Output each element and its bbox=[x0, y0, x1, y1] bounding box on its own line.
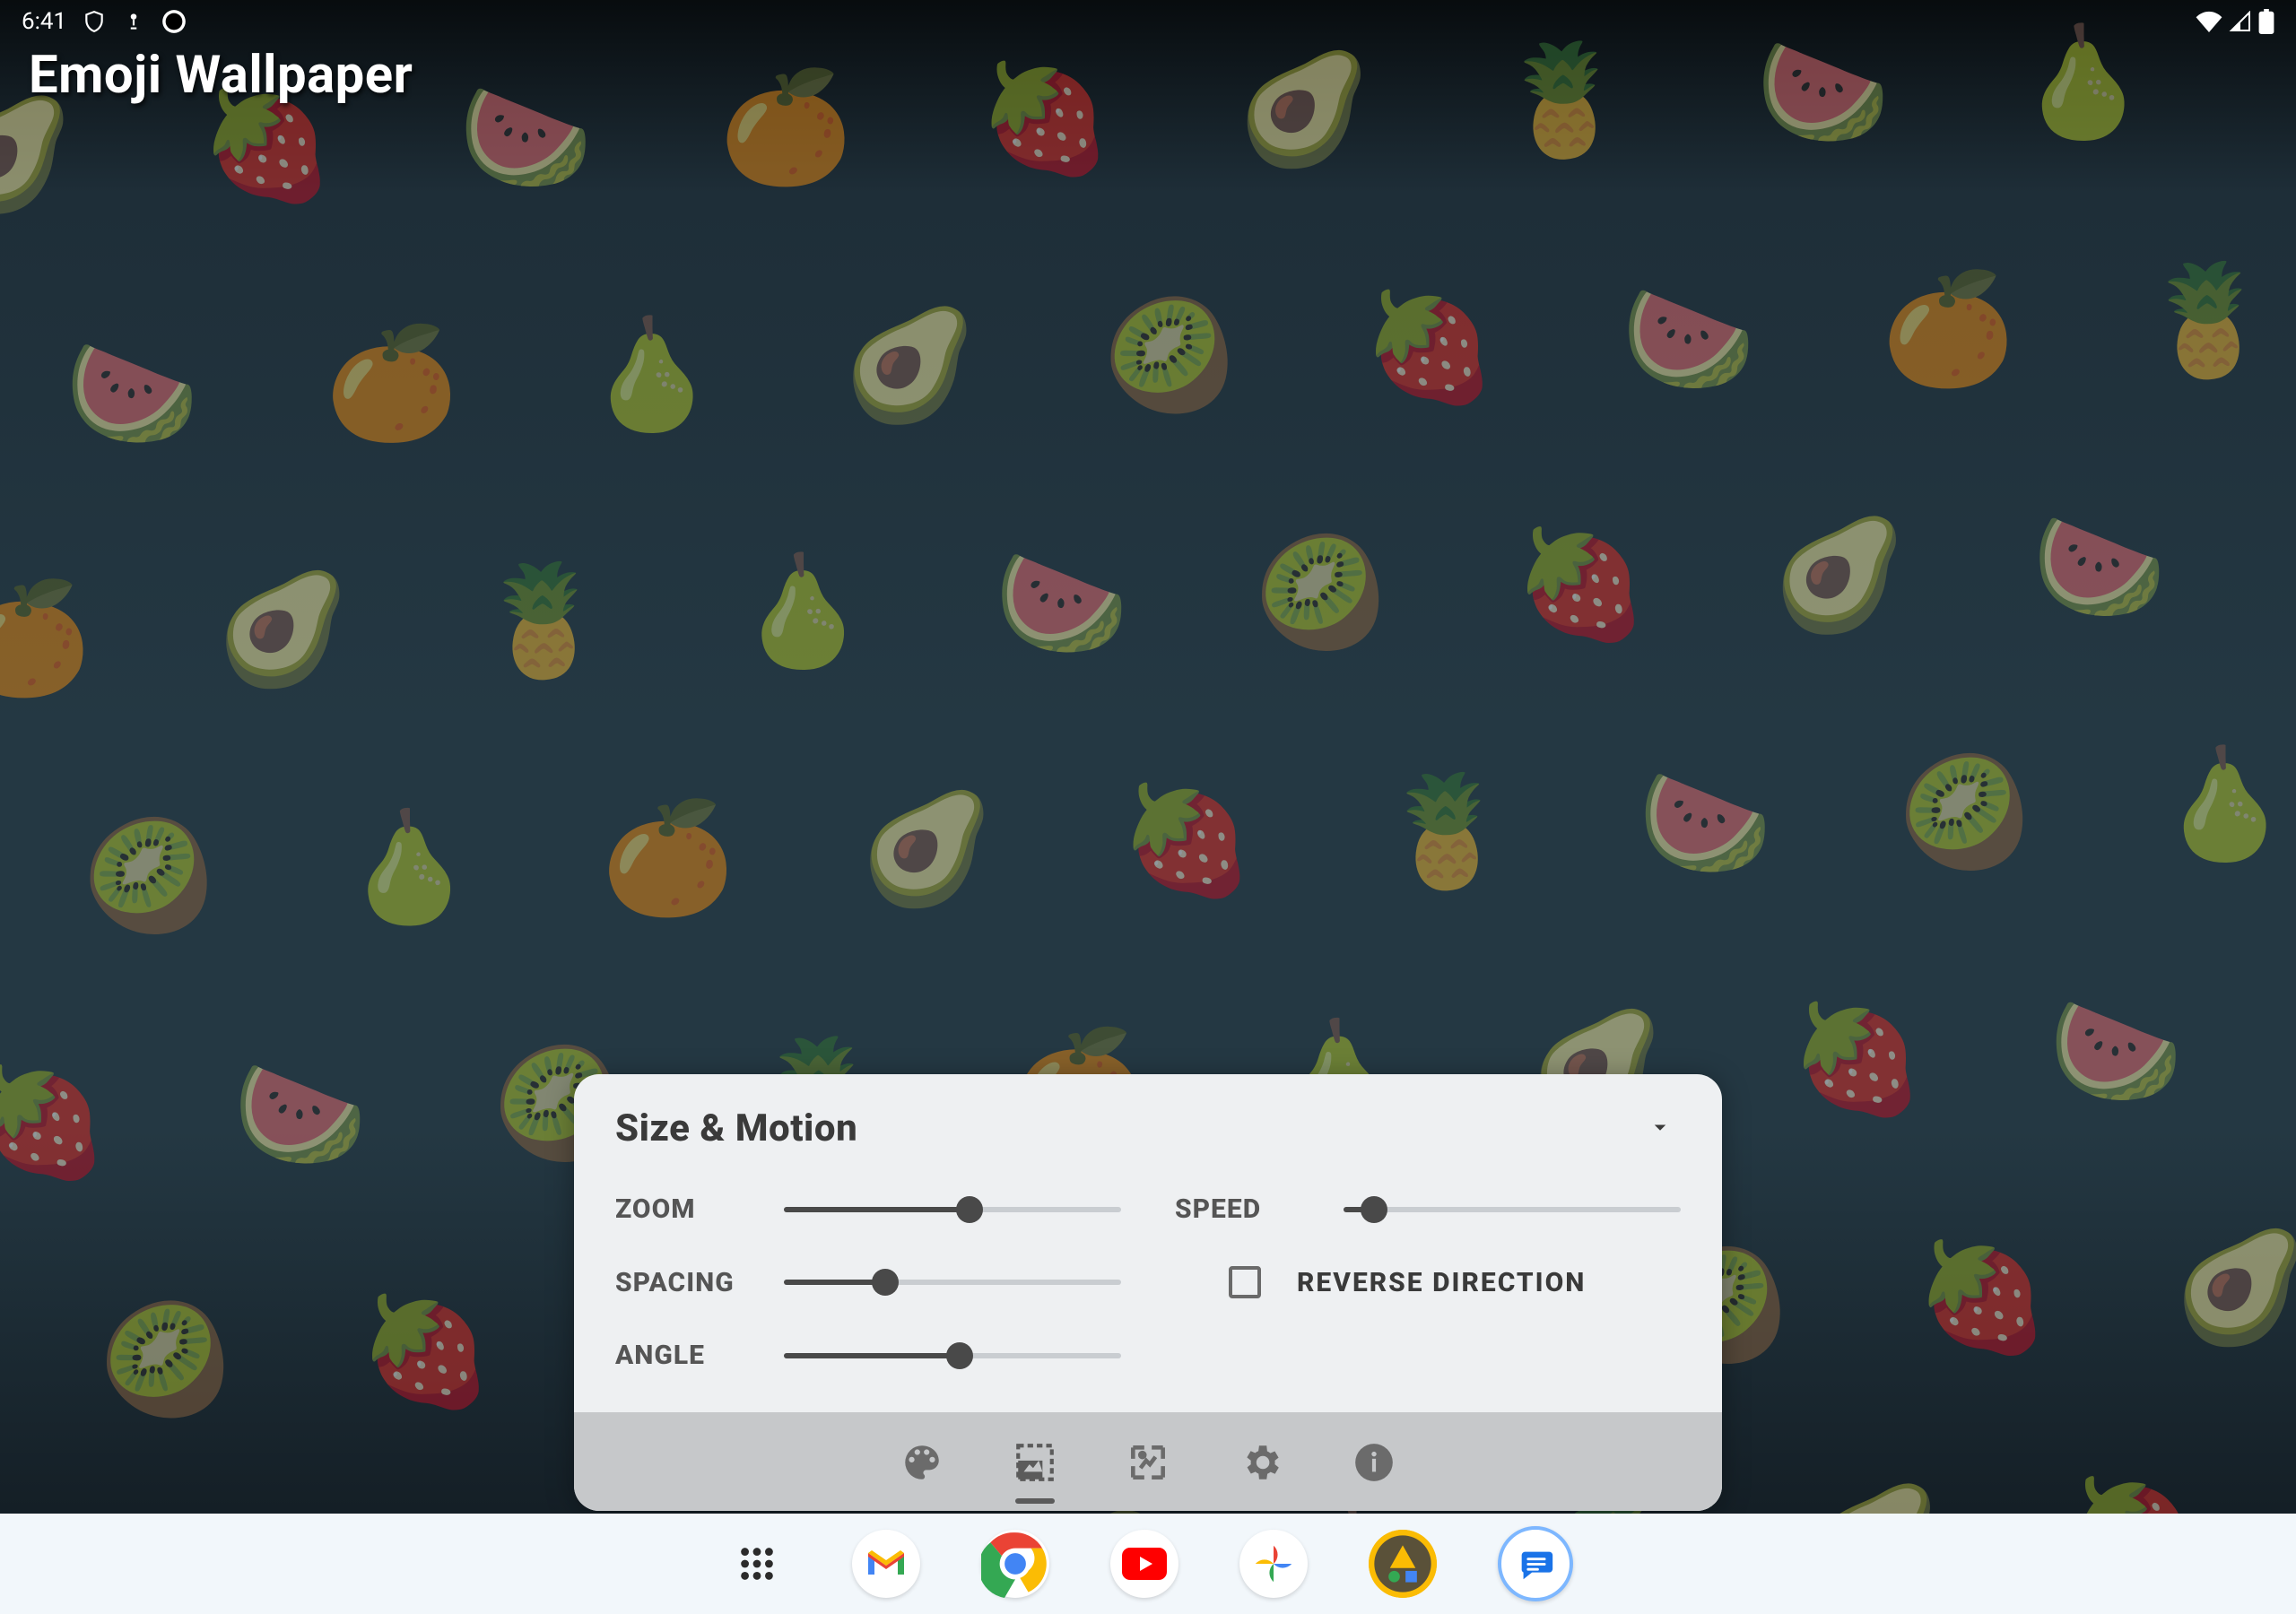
shield-icon bbox=[83, 10, 106, 33]
zoom-label: ZOOM bbox=[615, 1193, 759, 1225]
gmail-app[interactable] bbox=[852, 1530, 920, 1598]
photos-app[interactable] bbox=[1239, 1530, 1308, 1598]
angle-slider[interactable] bbox=[784, 1345, 1121, 1367]
panel-tab-size-motion[interactable] bbox=[1010, 1437, 1060, 1488]
zoom-control: ZOOM bbox=[615, 1193, 1121, 1225]
location-icon bbox=[122, 10, 145, 33]
battery-icon bbox=[2258, 9, 2274, 34]
speed-label: SPEED bbox=[1175, 1193, 1318, 1225]
size-motion-panel: Size & Motion ZOOM SPEED SPACING bbox=[574, 1074, 1722, 1511]
zoom-slider[interactable] bbox=[784, 1199, 1121, 1220]
status-time: 6:41 bbox=[22, 8, 66, 35]
play-games-icon bbox=[1369, 1530, 1437, 1598]
panel-tab-settings[interactable] bbox=[1236, 1437, 1286, 1488]
gmail-icon bbox=[865, 1542, 908, 1585]
app-drawer-button[interactable] bbox=[723, 1530, 791, 1598]
chevron-down-icon bbox=[1647, 1114, 1674, 1141]
resize-icon bbox=[1013, 1440, 1057, 1485]
reverse-direction-label: REVERSE DIRECTION bbox=[1297, 1267, 1586, 1298]
panel-tab-bar bbox=[574, 1412, 1722, 1511]
reverse-direction-checkbox[interactable] bbox=[1229, 1266, 1261, 1298]
status-bar: 6:41 bbox=[0, 0, 2296, 43]
app-status-icon bbox=[161, 9, 187, 34]
wallpaper-icon bbox=[1126, 1440, 1170, 1485]
youtube-icon bbox=[1122, 1548, 1167, 1580]
gear-icon bbox=[1239, 1440, 1283, 1485]
spacing-slider[interactable] bbox=[784, 1271, 1121, 1293]
angle-label: ANGLE bbox=[615, 1340, 759, 1371]
collapse-panel-button[interactable] bbox=[1647, 1114, 1681, 1144]
signal-icon bbox=[2228, 11, 2253, 32]
panel-tab-palette[interactable] bbox=[897, 1437, 947, 1488]
speed-slider[interactable] bbox=[1344, 1199, 1681, 1220]
spacing-label: SPACING bbox=[615, 1267, 759, 1298]
panel-tab-frame[interactable] bbox=[1123, 1437, 1173, 1488]
panel-title: Size & Motion bbox=[615, 1106, 857, 1150]
messages-app[interactable] bbox=[1498, 1526, 1573, 1601]
system-taskbar bbox=[0, 1514, 2296, 1614]
reverse-direction-control[interactable]: REVERSE DIRECTION bbox=[1175, 1266, 1681, 1298]
youtube-app[interactable] bbox=[1110, 1530, 1178, 1598]
speed-control: SPEED bbox=[1175, 1193, 1681, 1225]
panel-tab-info[interactable] bbox=[1349, 1437, 1399, 1488]
spacing-control: SPACING bbox=[615, 1266, 1121, 1298]
palette-icon bbox=[900, 1440, 944, 1485]
play-games-app[interactable] bbox=[1369, 1530, 1437, 1598]
chrome-icon bbox=[981, 1530, 1049, 1598]
grid-icon bbox=[736, 1543, 778, 1584]
messages-icon bbox=[1515, 1543, 1556, 1584]
angle-control: ANGLE bbox=[615, 1340, 1121, 1371]
photos-icon bbox=[1249, 1540, 1298, 1588]
wifi-icon bbox=[2196, 11, 2222, 32]
chrome-app[interactable] bbox=[981, 1530, 1049, 1598]
info-icon bbox=[1352, 1440, 1396, 1485]
app-title: Emoji Wallpaper bbox=[29, 45, 413, 106]
